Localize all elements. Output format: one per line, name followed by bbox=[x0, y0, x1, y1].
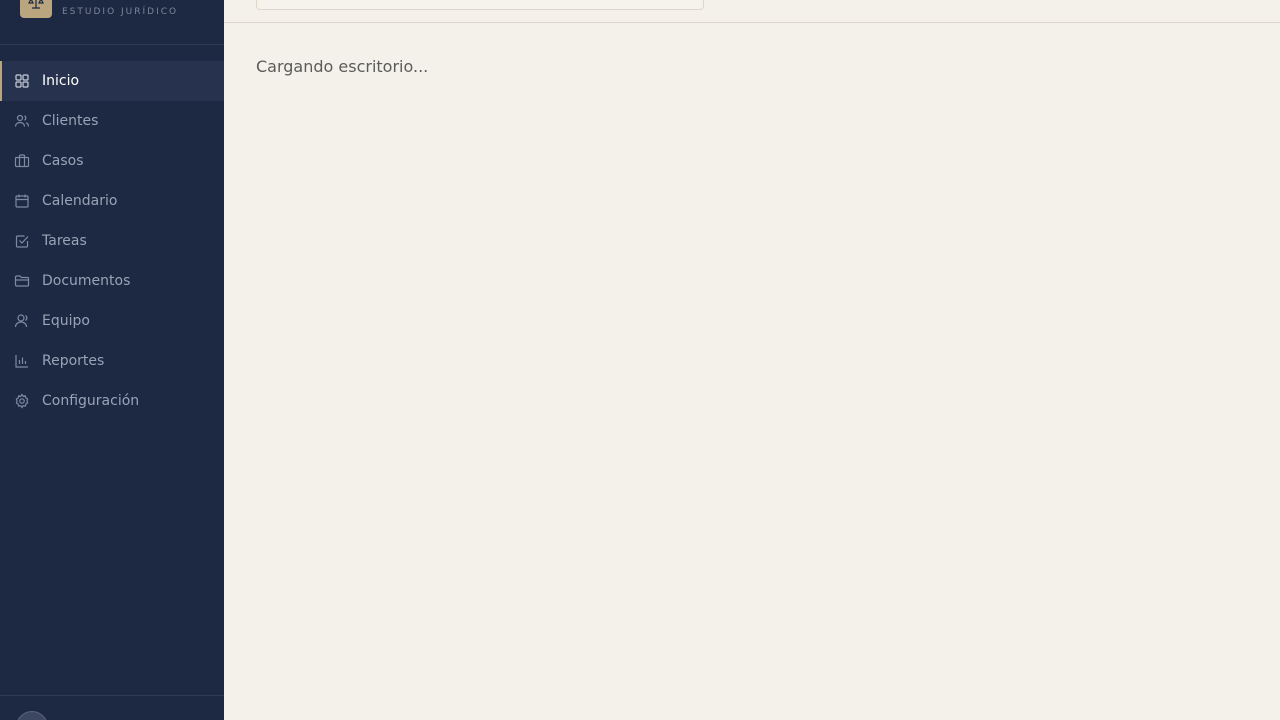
sidebar-item-label: Equipo bbox=[42, 313, 90, 329]
sidebar-item-label: Reportes bbox=[42, 353, 105, 369]
sidebar-item-documentos[interactable]: Documentos bbox=[0, 261, 224, 301]
sidebar-footer-divider bbox=[0, 695, 224, 696]
sidebar-item-label: Tareas bbox=[42, 233, 87, 249]
sidebar-item-equipo[interactable]: Equipo bbox=[0, 301, 224, 341]
brand-subtitle: ESTUDIO JURÍDICO bbox=[62, 7, 179, 17]
sidebar-item-tareas[interactable]: Tareas bbox=[0, 221, 224, 261]
sidebar-nav: Inicio Clientes Casos Calendario Tareas bbox=[0, 61, 224, 421]
brand-logo[interactable] bbox=[20, 0, 52, 18]
sidebar-item-label: Documentos bbox=[42, 273, 131, 289]
sidebar-item-clientes[interactable]: Clientes bbox=[0, 101, 224, 141]
loading-message: Cargando escritorio... bbox=[256, 57, 429, 76]
gear-icon bbox=[14, 393, 30, 409]
sidebar-item-label: Calendario bbox=[42, 193, 118, 209]
sidebar-divider bbox=[0, 44, 224, 45]
grid-icon bbox=[14, 73, 30, 89]
calendar-icon bbox=[14, 193, 30, 209]
folder-icon bbox=[14, 273, 30, 289]
sidebar-item-calendario[interactable]: Calendario bbox=[0, 181, 224, 221]
avatar[interactable] bbox=[16, 711, 48, 720]
topbar bbox=[224, 0, 1280, 23]
sidebar-item-inicio[interactable]: Inicio bbox=[0, 61, 224, 101]
user-icon bbox=[14, 313, 30, 329]
scales-icon bbox=[28, 0, 44, 9]
briefcase-icon bbox=[14, 153, 30, 169]
checkbox-icon bbox=[14, 233, 30, 249]
sidebar-item-configuracion[interactable]: Configuración bbox=[0, 381, 224, 421]
search-input[interactable] bbox=[256, 0, 704, 10]
users-icon bbox=[14, 113, 30, 129]
sidebar-item-label: Clientes bbox=[42, 113, 99, 129]
sidebar-item-label: Casos bbox=[42, 153, 84, 169]
sidebar-item-casos[interactable]: Casos bbox=[0, 141, 224, 181]
sidebar-item-reportes[interactable]: Reportes bbox=[0, 341, 224, 381]
bar-chart-icon bbox=[14, 353, 30, 369]
sidebar: ESTUDIO JURÍDICO Inicio Clientes Casos C… bbox=[0, 0, 224, 720]
sidebar-item-label: Configuración bbox=[42, 393, 140, 409]
sidebar-item-label: Inicio bbox=[42, 73, 80, 89]
